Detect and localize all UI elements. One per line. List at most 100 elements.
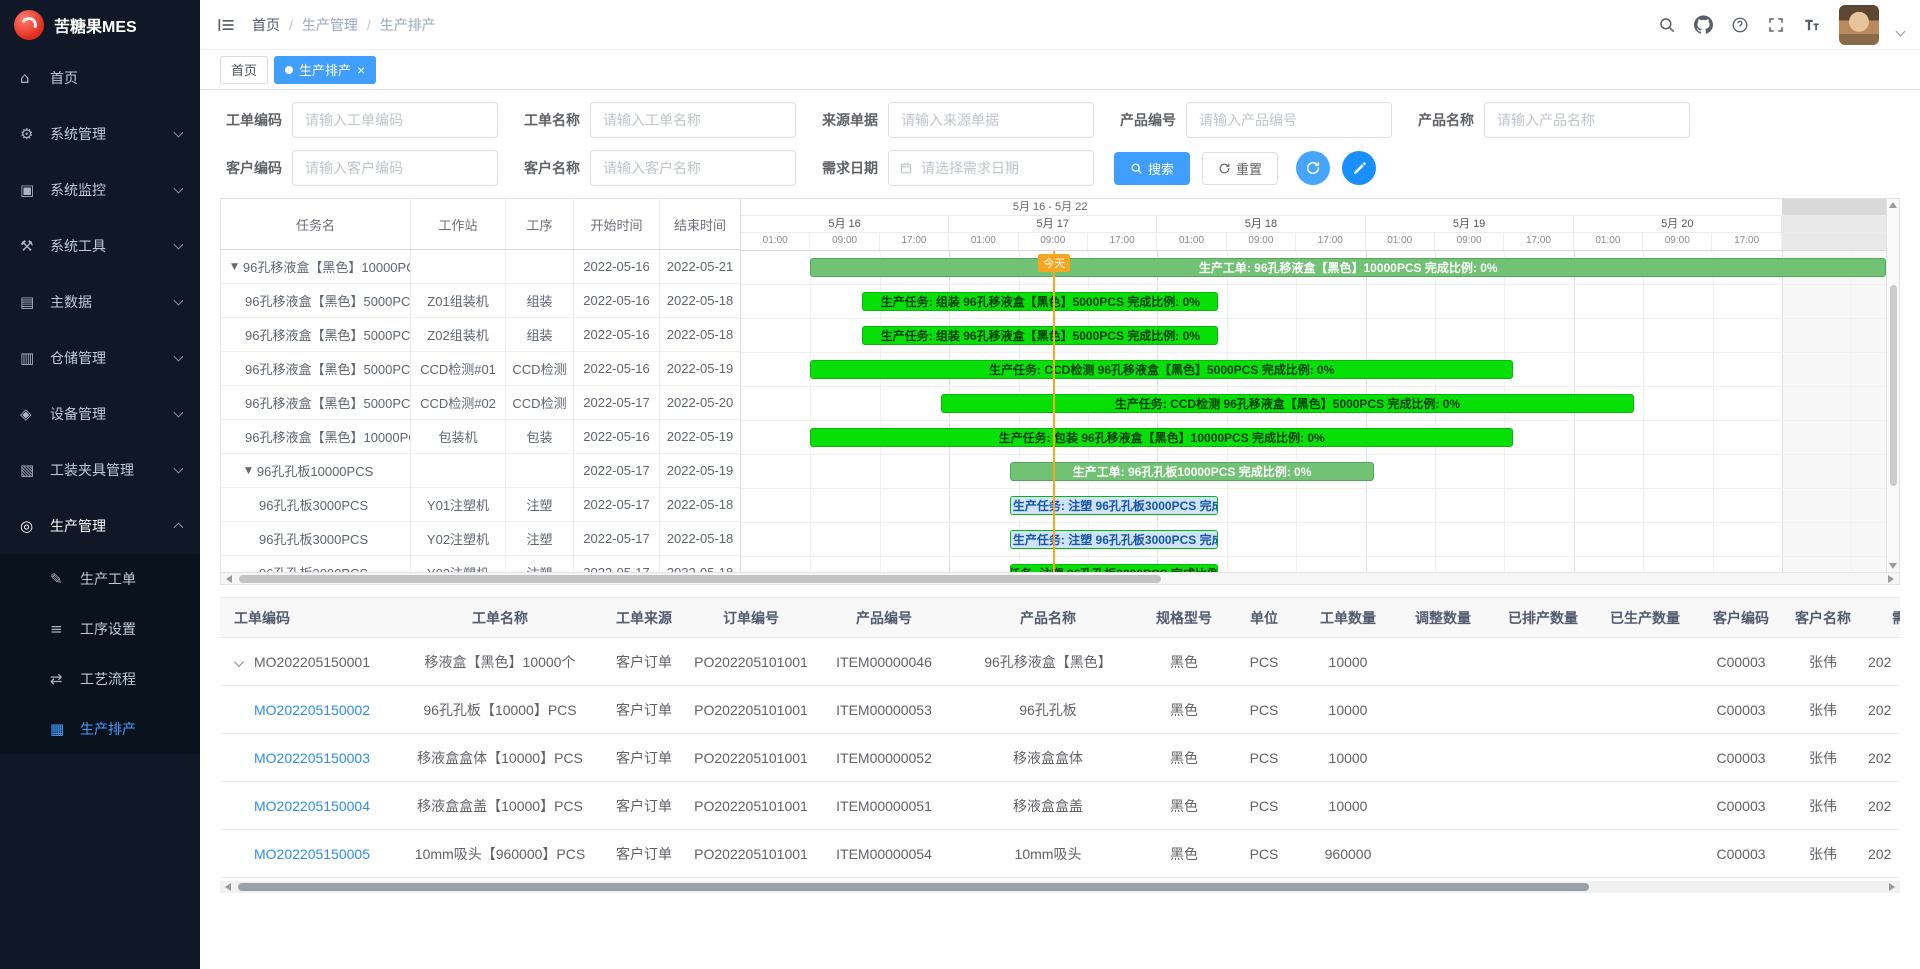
avatar[interactable] — [1839, 5, 1879, 45]
hour-label: 17:00 — [880, 233, 949, 250]
sidebar-item-5[interactable]: ▥仓储管理 — [0, 330, 200, 386]
text-input-1[interactable] — [591, 103, 795, 137]
table-cell: 移液盒盒盖【10000】PCS — [400, 782, 600, 830]
next-period-block — [1782, 199, 1886, 215]
expand-caret-icon[interactable] — [234, 657, 244, 667]
task-workstation-cell: Y02注塑机 — [411, 522, 506, 555]
gantt-bar[interactable]: 生产任务: 注塑 96孔孔板3000PCS 完成比例: 0% — [1010, 530, 1218, 549]
github-icon[interactable] — [1694, 15, 1713, 34]
search-icon[interactable] — [1658, 16, 1676, 34]
text-input-3[interactable] — [1187, 103, 1391, 137]
sidebar-item-0[interactable]: ⌂首页 — [0, 50, 200, 106]
text-input-6[interactable] — [591, 151, 795, 185]
gantt-task-row[interactable]: 96孔移液盒【黑色】5000PCSCCD检测#01CCD检测2022-05-16… — [221, 352, 740, 386]
vertical-scroll-thumb[interactable] — [1890, 285, 1897, 487]
chevron-down-icon[interactable] — [1896, 27, 1906, 37]
gantt-bar[interactable]: 生产任务: 组装 96孔移液盒【黑色】5000PCS 完成比例: 0% — [862, 292, 1218, 311]
table-row[interactable]: MO202205150001移液盒【黑色】10000个客户订单PO2022051… — [220, 638, 1900, 686]
task-name-cell: 96孔孔板3000PCS — [221, 488, 411, 521]
gantt-task-row[interactable]: 96孔孔板3000PCSY02注塑机注塑2022-05-172022-05-18 — [221, 522, 740, 556]
close-icon[interactable]: × — [357, 63, 365, 77]
table-scroll-thumb[interactable] — [238, 883, 1589, 891]
gantt-bar[interactable]: 生产任务: CCD检测 96孔移液盒【黑色】5000PCS 完成比例: 0% — [810, 360, 1513, 379]
tab-home[interactable]: 首页 — [220, 56, 268, 84]
gantt-task-row[interactable]: 96孔移液盒【黑色】5000PCSZ01组装机组装2022-05-162022-… — [221, 284, 740, 318]
sidebar-subitem-2[interactable]: ⇄工艺流程 — [0, 654, 200, 704]
sidebar-item-7[interactable]: ▧工装夹具管理 — [0, 442, 200, 498]
breadcrumb-production[interactable]: 生产管理 — [302, 15, 358, 35]
gantt-bar[interactable]: 生产任务: 组装 96孔移液盒【黑色】5000PCS 完成比例: 0% — [862, 326, 1218, 345]
gantt-bar[interactable]: 生产工单: 96孔孔板10000PCS 完成比例: 0% — [1010, 462, 1374, 481]
sidebar-subitem-3[interactable]: ▦生产排产 — [0, 704, 200, 754]
text-input-4[interactable] — [1485, 103, 1689, 137]
tree-caret-icon[interactable]: ▼ — [245, 466, 252, 476]
table-row[interactable]: MO202205150003移液盒盒体【10000】PCS客户订单PO20220… — [220, 734, 1900, 782]
breadcrumb-home[interactable]: 首页 — [252, 15, 280, 35]
search-button[interactable]: 搜索 — [1114, 152, 1190, 185]
sidebar-item-4[interactable]: ▤主数据 — [0, 274, 200, 330]
gantt-horizontal-scrollbar[interactable] — [221, 572, 1899, 584]
task-end-cell: 2022-05-18 — [660, 284, 740, 317]
gantt-task-row[interactable]: 96孔移液盒【黑色】5000PCSZ02组装机组装2022-05-162022-… — [221, 318, 740, 352]
scroll-left-icon[interactable] — [221, 573, 237, 585]
workorder-code-link[interactable]: MO202205150002 — [254, 702, 370, 718]
gantt-vertical-scrollbar[interactable] — [1886, 199, 1899, 572]
gantt-bar[interactable]: 生产任务: 包装 96孔移液盒【黑色】10000PCS 完成比例: 0% — [810, 428, 1513, 447]
sidebar-subitem-0[interactable]: ✎生产工单 — [0, 554, 200, 604]
scroll-right-icon[interactable] — [1883, 573, 1899, 585]
task-end-cell: 2022-05-19 — [660, 454, 740, 487]
gantt-task-row[interactable]: 96孔孔板3000PCSY01注塑机注塑2022-05-172022-05-18 — [221, 488, 740, 522]
reset-button[interactable]: 重置 — [1202, 152, 1278, 185]
sidebar-item-8[interactable]: ◎生产管理 — [0, 498, 200, 554]
database-icon: ▤ — [20, 293, 44, 311]
text-input-2[interactable] — [889, 103, 1093, 137]
text-input-0[interactable] — [293, 103, 497, 137]
table-row[interactable]: MO20220515000296孔孔板【10000】PCS客户订单PO20220… — [220, 686, 1900, 734]
table-row[interactable]: MO20220515000510mm吸头【960000】PCS客户订单PO202… — [220, 830, 1900, 878]
gantt-bar[interactable]: 生产任务: CCD检测 96孔移液盒【黑色】5000PCS 完成比例: 0% — [941, 394, 1635, 413]
gantt-bar[interactable]: 生产任务: 注塑 96孔孔板3000PCS 完成比例: 0% — [1010, 564, 1218, 572]
task-name-cell: 96孔移液盒【黑色】5000PCS — [221, 284, 411, 317]
sidebar-item-6[interactable]: ◈设备管理 — [0, 386, 200, 442]
scroll-right-icon[interactable] — [1884, 881, 1900, 893]
table-row[interactable]: MO202205150004移液盒盒盖【10000】PCS客户订单PO20220… — [220, 782, 1900, 830]
edit-circle-button[interactable] — [1342, 151, 1376, 185]
gantt-bar[interactable]: 生产任务: 注塑 96孔孔板3000PCS 完成比例: 0% — [1010, 496, 1218, 515]
workorder-code-link[interactable]: MO202205150005 — [254, 846, 370, 862]
gantt-column-header: 结束时间 — [660, 199, 740, 249]
scroll-left-icon[interactable] — [220, 881, 236, 893]
gantt-task-row[interactable]: 96孔孔板3000PCSY03注塑机注塑2022-05-172022-05-18 — [221, 556, 740, 572]
logo-link[interactable]: 苦糖果MES — [0, 0, 200, 50]
sidebar-item-1[interactable]: ⚙系统管理 — [0, 106, 200, 162]
gantt-bar-row: 生产工单: 96孔移液盒【黑色】10000PCS 完成比例: 0% — [741, 251, 1886, 285]
scroll-up-icon[interactable] — [1889, 202, 1897, 208]
gantt-task-row[interactable]: ▼96孔移液盒【黑色】10000PCS2022-05-162022-05-21 — [221, 250, 740, 284]
table-cell: 202 — [1860, 782, 1900, 830]
table-cell: PCS — [1226, 782, 1302, 830]
font-size-icon[interactable] — [1803, 16, 1821, 34]
task-start-cell: 2022-05-17 — [574, 522, 660, 555]
text-input-5[interactable] — [293, 151, 497, 185]
question-icon[interactable] — [1731, 16, 1749, 34]
gantt-task-row[interactable]: 96孔移液盒【黑色】5000PCSCCD检测#02CCD检测2022-05-17… — [221, 386, 740, 420]
chevron-down-icon — [174, 464, 184, 474]
sidebar-item-3[interactable]: ⚒系统工具 — [0, 218, 200, 274]
gantt-scroll-thumb[interactable] — [239, 575, 1161, 583]
date-input-7[interactable] — [889, 151, 1093, 185]
table-horizontal-scrollbar[interactable] — [220, 881, 1900, 893]
fullscreen-icon[interactable] — [1767, 16, 1785, 34]
sidebar-subitem-1[interactable]: ≡工序设置 — [0, 604, 200, 654]
tab-production-scheduling[interactable]: 生产排产 × — [274, 56, 376, 84]
workorder-code-link[interactable]: MO202205150003 — [254, 750, 370, 766]
gantt-bar[interactable]: 生产工单: 96孔移液盒【黑色】10000PCS 完成比例: 0% — [810, 258, 1886, 277]
refresh-circle-button[interactable] — [1296, 151, 1330, 185]
column-header: 产品名称 — [954, 598, 1142, 638]
scroll-down-icon[interactable] — [1889, 563, 1897, 569]
gantt-task-row[interactable]: 96孔移液盒【黑色】10000PCS包装机包装2022-05-162022-05… — [221, 420, 740, 454]
tree-caret-icon[interactable]: ▼ — [231, 262, 238, 272]
table-cell — [1492, 782, 1594, 830]
hamburger-icon[interactable] — [216, 15, 236, 35]
sidebar-item-2[interactable]: ▣系统监控 — [0, 162, 200, 218]
workorder-code-link[interactable]: MO202205150004 — [254, 798, 370, 814]
gantt-task-row[interactable]: ▼96孔孔板10000PCS2022-05-172022-05-19 — [221, 454, 740, 488]
